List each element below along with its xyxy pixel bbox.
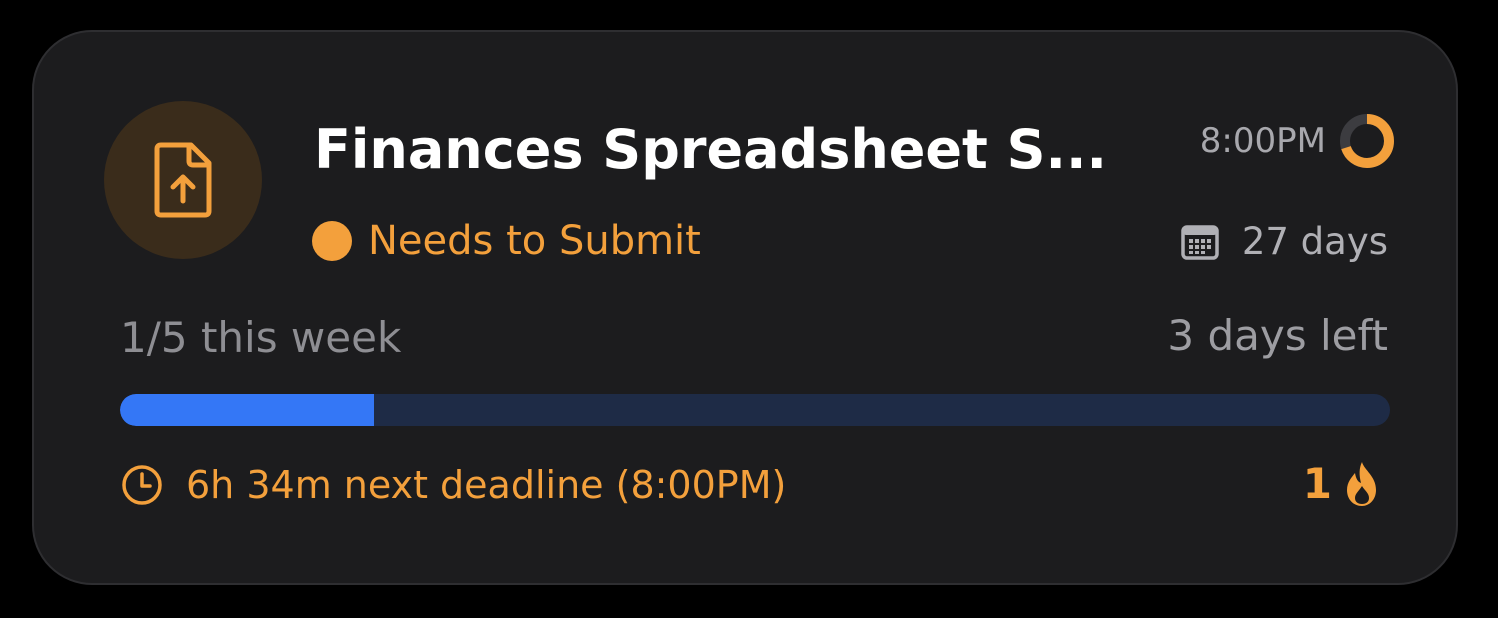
flame-icon [1347,462,1376,506]
next-deadline: 6h 34m next deadline (8:00PM) [120,460,786,510]
due-time-label: 8:00PM [1199,121,1326,161]
next-deadline-label: 6h 34m next deadline (8:00PM) [186,463,787,507]
status-indicator: Needs to Submit [312,216,701,266]
streak-counter: 1 [1303,458,1382,510]
task-title: Finances Spreadsheet S... [314,118,1108,181]
file-upload-icon [154,142,212,218]
status-dot [312,221,352,261]
days-left-label: 3 days left [1167,311,1388,360]
due-time: 8:00PM [1200,112,1396,170]
weekly-progress-fill [120,394,374,426]
clock-icon [122,465,162,505]
status-label: Needs to Submit [368,218,701,264]
weekly-progress-bar [120,394,1390,426]
calendar-icon [1181,225,1219,260]
days-remaining: 27 days [1180,218,1388,266]
weekly-count: 1/5 this week [120,313,402,362]
days-label: 27 days [1241,220,1388,263]
streak-count: 1 [1302,459,1332,508]
progress-ring-icon [1340,114,1394,168]
file-upload-icon-badge [104,101,262,259]
task-card[interactable]: Finances Spreadsheet S... Needs to Submi… [32,30,1458,585]
